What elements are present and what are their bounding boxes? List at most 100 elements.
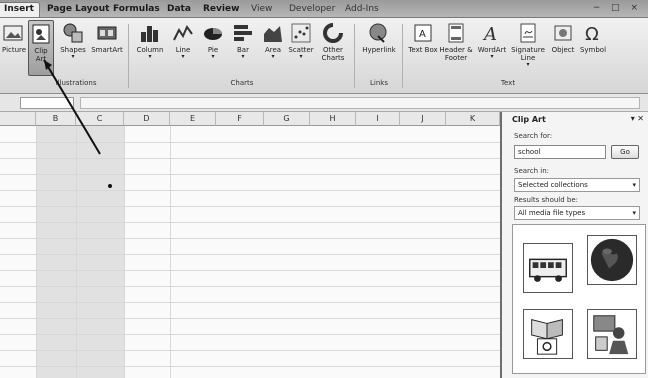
grid-line — [76, 126, 77, 378]
bar-chart-button[interactable]: Bar ▾ — [228, 20, 258, 76]
hyperlink-button[interactable]: Hyperlink — [360, 20, 398, 76]
search-input[interactable]: school — [514, 145, 606, 159]
grid-line — [0, 174, 500, 175]
grid-line — [0, 142, 500, 143]
clip-art-label: Clip Art — [34, 47, 48, 63]
search-in-select[interactable]: Selected collections ▾ — [514, 178, 640, 192]
shapes-dropdown-icon: ▾ — [71, 53, 75, 60]
picture-button[interactable]: Picture — [2, 20, 26, 76]
symbol-button[interactable]: Ω Symbol — [578, 20, 608, 76]
grid-line — [0, 254, 500, 255]
column-header-b[interactable]: B — [36, 112, 76, 126]
signature-line-button[interactable]: Signature Line ▾ — [510, 20, 546, 76]
shapes-button[interactable]: Shapes ▾ — [58, 20, 88, 76]
column-header-i[interactable]: I — [356, 112, 400, 126]
signature-line-icon — [520, 23, 536, 43]
pane-close-icon[interactable]: ▾ ✕ — [631, 114, 644, 123]
scatter-chart-button[interactable]: Scatter ▾ — [286, 20, 316, 76]
text-box-label: Text Box — [408, 46, 438, 54]
wordart-button[interactable]: A WordArt ▾ — [476, 20, 508, 76]
name-box[interactable] — [20, 97, 74, 109]
column-header-e[interactable]: E — [170, 112, 216, 126]
grid-line — [170, 126, 171, 378]
go-button[interactable]: Go — [611, 145, 639, 159]
grid-line — [124, 126, 125, 378]
ribbon-tab-bar: Insert Page Layout Formulas Data Review … — [0, 0, 648, 18]
school-bus-clip[interactable] — [523, 243, 573, 293]
grid-line — [0, 222, 500, 223]
selected-columns — [36, 126, 124, 378]
object-label: Object — [551, 46, 575, 54]
smartart-label: SmartArt — [91, 46, 123, 54]
column-header-j[interactable]: J — [400, 112, 446, 126]
area-chart-icon — [264, 26, 282, 42]
symbol-label: Symbol — [579, 46, 607, 54]
grid-line — [0, 158, 500, 159]
other-charts-button[interactable]: Other Charts — [316, 20, 350, 76]
formula-input[interactable] — [80, 97, 640, 109]
grid-line — [0, 238, 500, 239]
grid-line — [0, 286, 500, 287]
grid-line — [0, 206, 500, 207]
window-controls[interactable]: − □ × — [593, 3, 642, 13]
text-box-button[interactable]: A Text Box — [408, 20, 438, 76]
scatter-dropdown-icon: ▾ — [299, 53, 303, 60]
grid-line — [36, 126, 37, 378]
area-dropdown-icon: ▾ — [271, 53, 275, 60]
grid-line — [0, 350, 500, 351]
tab-view[interactable]: View — [246, 3, 277, 18]
wordart-dropdown-icon: ▾ — [490, 53, 494, 60]
grid-line — [0, 302, 500, 303]
globe-clip[interactable] — [587, 235, 637, 285]
search-for-label: Search for: — [514, 132, 553, 140]
bar-chart-icon — [234, 25, 252, 41]
book-clip[interactable] — [523, 309, 573, 359]
results-should-be-label: Results should be: — [514, 196, 579, 204]
svg-text:A: A — [419, 29, 426, 40]
smartart-button[interactable]: SmartArt — [90, 20, 124, 76]
column-header-h[interactable]: H — [310, 112, 356, 126]
teacher-clip[interactable] — [587, 309, 637, 359]
signature-line-dropdown-icon: ▾ — [526, 61, 530, 68]
column-header-f[interactable]: F — [216, 112, 264, 126]
bar-dropdown-icon: ▾ — [241, 53, 245, 60]
media-type-value: All media file types — [518, 209, 586, 217]
column-chart-button[interactable]: Column ▾ — [134, 20, 166, 76]
formula-bar — [0, 94, 648, 112]
clip-art-button[interactable]: Clip Art — [28, 20, 54, 76]
pie-chart-button[interactable]: Pie ▾ — [198, 20, 228, 76]
object-button[interactable]: Object — [548, 20, 578, 76]
column-header-d[interactable]: D — [124, 112, 170, 126]
tab-review[interactable]: Review — [198, 3, 244, 18]
tab-add-ins[interactable]: Add-Ins — [340, 3, 384, 18]
scatter-chart-icon — [291, 23, 311, 43]
other-charts-label: Other Charts — [321, 46, 345, 62]
smartart-icon — [97, 26, 117, 40]
grid-line — [0, 318, 500, 319]
select-all-corner[interactable] — [0, 112, 36, 126]
header-footer-button[interactable]: Header & Footer — [438, 20, 474, 76]
chevron-down-icon: ▾ — [632, 181, 636, 189]
media-type-select[interactable]: All media file types ▾ — [514, 206, 640, 220]
tab-insert[interactable]: Insert — [0, 2, 40, 17]
column-header-c[interactable]: C — [76, 112, 124, 126]
area-chart-button[interactable]: Area ▾ — [258, 20, 288, 76]
pane-title: Clip Art — [512, 115, 546, 124]
globe-icon — [590, 238, 634, 282]
tab-formulas[interactable]: Formulas — [108, 3, 165, 18]
illustrations-group-label: Illustrations — [55, 79, 97, 87]
svg-text:Ω: Ω — [585, 24, 599, 44]
grid-line — [0, 270, 500, 271]
hyperlink-icon — [369, 23, 387, 43]
column-header-g[interactable]: G — [264, 112, 310, 126]
worksheet-grid[interactable]: B C D E F G H I J K — [0, 112, 500, 378]
tab-developer[interactable]: Developer — [284, 3, 340, 18]
line-chart-button[interactable]: Line ▾ — [168, 20, 198, 76]
tab-page-layout[interactable]: Page Layout — [42, 3, 114, 18]
tab-data[interactable]: Data — [162, 3, 196, 18]
wordart-icon: A — [482, 24, 497, 44]
school-bus-icon — [529, 258, 567, 282]
group-separator — [402, 24, 403, 88]
column-header-k[interactable]: K — [446, 112, 500, 126]
column-dropdown-icon: ▾ — [148, 53, 152, 60]
